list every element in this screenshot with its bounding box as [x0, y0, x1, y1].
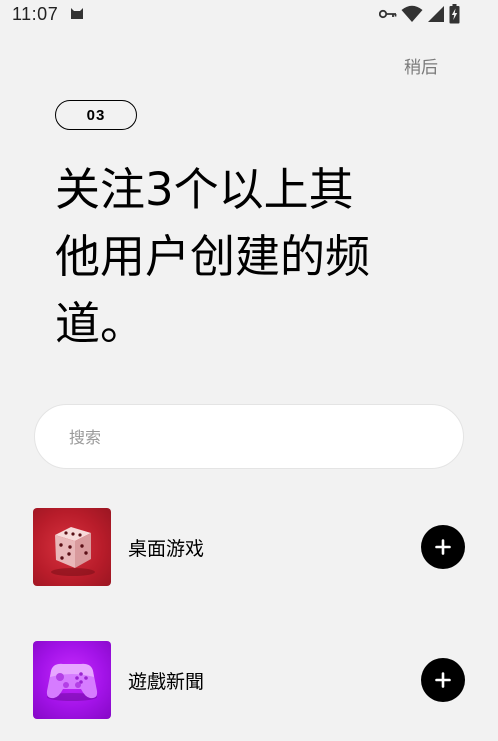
search-bar[interactable]	[34, 404, 464, 470]
channel-name: 遊戲新聞	[128, 671, 205, 693]
title-line-1: 关注3个以上其	[55, 163, 354, 216]
status-time: 11:07	[12, 4, 59, 24]
battery-charging-icon	[449, 4, 460, 24]
later-button[interactable]: 稍后	[404, 53, 438, 78]
channel-thumbnail	[33, 508, 111, 586]
gamepad-icon	[46, 663, 98, 701]
add-channel-button[interactable]	[421, 525, 465, 569]
status-bar: 11:07	[0, 0, 498, 30]
channel-item-board-games[interactable]: 桌面游戏	[33, 508, 465, 586]
key-icon	[379, 9, 397, 19]
search-input[interactable]	[67, 405, 431, 470]
title-line-3: 道。	[55, 297, 146, 350]
add-channel-button[interactable]	[421, 658, 465, 702]
channel-name: 桌面游戏	[128, 538, 205, 560]
channel-item-game-news[interactable]: 遊戲新聞	[33, 641, 465, 719]
cat-icon	[71, 8, 83, 19]
plus-icon	[435, 539, 451, 555]
title-line-2: 他用户创建的频	[55, 230, 371, 283]
channel-thumbnail	[33, 641, 111, 719]
signal-icon	[428, 6, 444, 22]
status-icons	[379, 4, 460, 24]
page-title: 关注3个以上其 他用户创建的频 道。	[55, 156, 435, 357]
wifi-icon	[401, 5, 423, 22]
step-badge: 03	[55, 100, 137, 130]
dice-icon	[51, 527, 95, 576]
plus-icon	[435, 672, 451, 688]
